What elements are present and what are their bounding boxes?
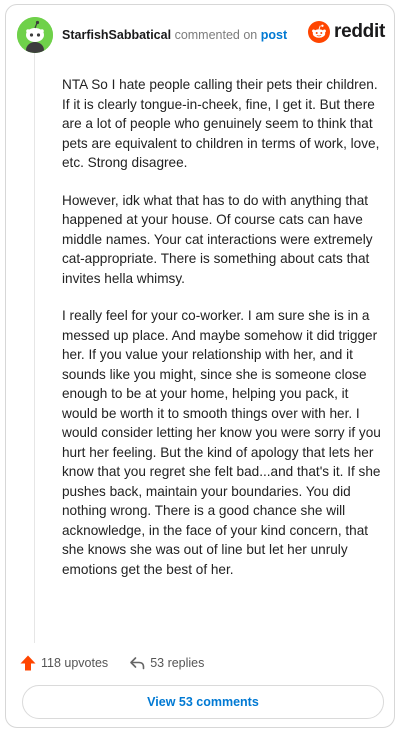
view-comments-button[interactable]: View 53 comments — [22, 685, 384, 719]
replies-button[interactable]: 53 replies — [128, 654, 204, 672]
snoo-avatar-icon — [17, 17, 53, 53]
reddit-logo-icon — [308, 21, 331, 43]
replies-count: 53 replies — [150, 656, 205, 670]
upvote-button[interactable]: 118 upvotes — [19, 654, 108, 672]
thread-line[interactable] — [34, 53, 35, 643]
username-link[interactable]: StarfishSabbatical — [62, 28, 171, 42]
comment-paragraph: NTA So I hate people calling their pets … — [62, 77, 380, 170]
comment-card: StarfishSabbatical commented on post red… — [5, 4, 395, 728]
comment-body: NTA So I hate people calling their pets … — [62, 75, 384, 597]
comment-paragraph: I really feel for your co-worker. I am s… — [62, 308, 381, 577]
byline: StarfishSabbatical commented on post — [62, 28, 287, 42]
reddit-brand[interactable]: reddit — [308, 21, 385, 43]
upvote-count: 118 upvotes — [41, 656, 109, 670]
upvote-arrow-icon — [20, 655, 36, 671]
user-avatar[interactable] — [17, 17, 53, 53]
comment-actions: 118 upvotes 53 replies — [19, 651, 204, 675]
comment-header: StarfishSabbatical commented on post red… — [17, 17, 385, 53]
post-link[interactable]: post — [261, 28, 287, 42]
comment-paragraph: However, idk what that has to do with an… — [62, 192, 373, 286]
brand-name: reddit — [334, 21, 385, 42]
reply-arrow-icon — [130, 657, 145, 670]
action-text: commented on — [174, 28, 258, 42]
